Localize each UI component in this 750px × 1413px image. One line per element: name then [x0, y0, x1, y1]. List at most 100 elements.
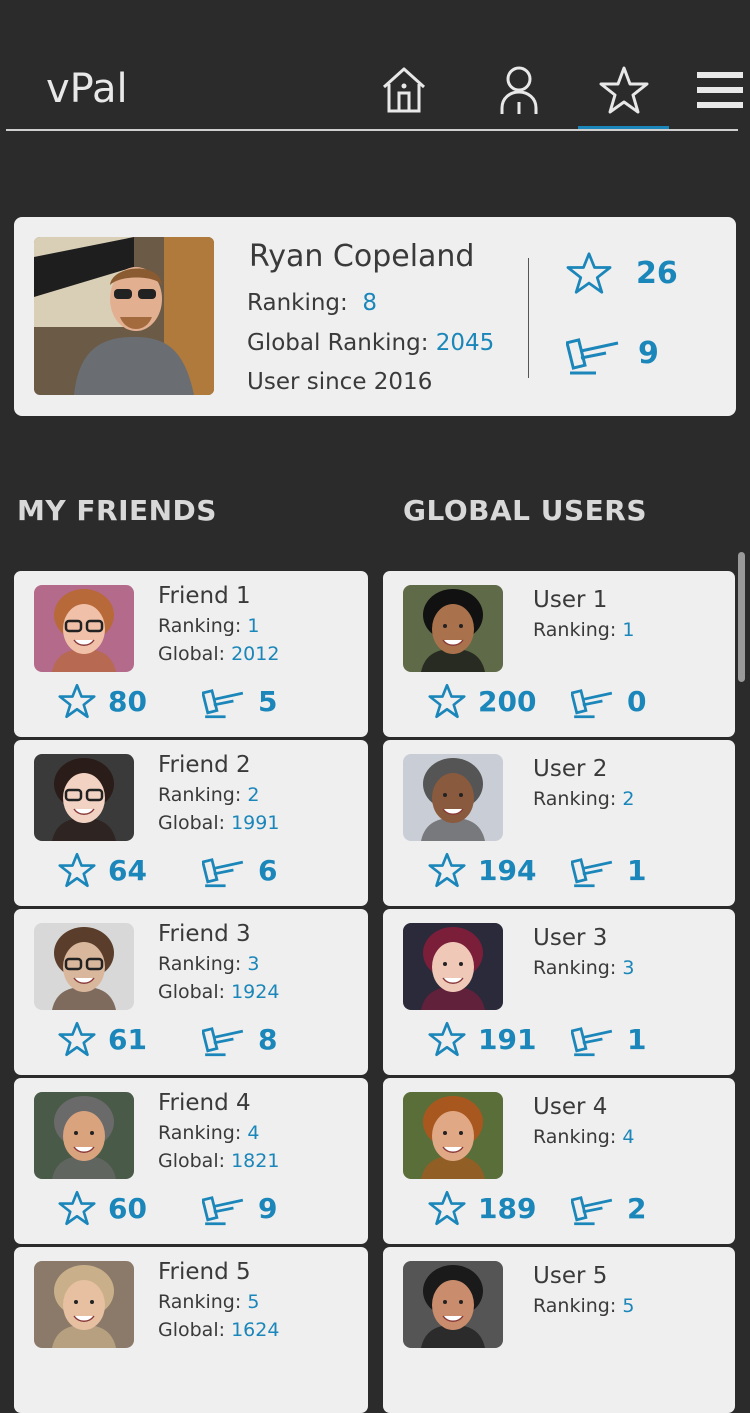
header-divider — [6, 129, 738, 131]
menu-button[interactable] — [694, 60, 746, 120]
user-avatar — [403, 585, 503, 672]
friend-name: Friend 1 — [158, 583, 251, 609]
ranking-label: Ranking: — [533, 1126, 617, 1148]
user-avatar — [403, 1092, 503, 1179]
star-icon — [428, 683, 466, 719]
my-friends-heading: MY FRIENDS — [17, 494, 217, 527]
profile-name: Ryan Copeland — [249, 239, 475, 274]
ranking-label: Ranking: — [533, 788, 617, 810]
global-user-card[interactable]: User 5 Ranking: 5 — [383, 1247, 735, 1413]
gavel-icon — [202, 1027, 244, 1057]
gavel-count: 6 — [202, 852, 277, 888]
user-avatar — [403, 1261, 503, 1348]
star-icon — [599, 66, 649, 114]
user-ranking: Ranking: 5 — [533, 1295, 634, 1317]
ranking-value: 5 — [247, 1291, 260, 1313]
gavel-icon — [571, 689, 613, 719]
ranking-label: Ranking: — [533, 619, 617, 641]
friend-card[interactable]: Friend 1 Ranking: 1 Global: 2012 80 5 — [14, 571, 368, 737]
profile-nav-button[interactable] — [489, 60, 549, 120]
gavel-count-value: 1 — [627, 853, 647, 887]
gavel-count-value: 2 — [627, 1191, 647, 1225]
star-icon — [428, 852, 466, 888]
ranking-label: Ranking: — [158, 615, 242, 637]
gavel-count-value: 0 — [627, 684, 647, 718]
star-icon — [58, 1021, 96, 1057]
home-nav-button[interactable] — [374, 60, 434, 120]
gavel-count: 9 — [202, 1190, 277, 1226]
gavel-count: 0 — [571, 683, 646, 719]
star-icon — [58, 683, 96, 719]
ranking-label: Ranking: — [158, 1122, 242, 1144]
gavel-icon — [202, 1196, 244, 1226]
user-ranking: Ranking: 2 — [533, 788, 634, 810]
profile-ranking: Ranking: 8 — [247, 290, 377, 316]
ranking-value: 4 — [622, 1126, 635, 1148]
friend-card[interactable]: Friend 2 Ranking: 2 Global: 1991 64 6 — [14, 740, 368, 906]
friend-ranking: Ranking: 4 — [158, 1122, 259, 1144]
global-user-card[interactable]: User 1 Ranking: 1 200 0 — [383, 571, 735, 737]
profile-avatar — [34, 237, 214, 395]
gavel-count: 2 — [571, 1190, 646, 1226]
global-label: Global: — [158, 981, 226, 1003]
app-title: vPal — [46, 66, 128, 112]
star-count-value: 191 — [478, 1022, 537, 1056]
scrollbar[interactable] — [738, 552, 745, 682]
friend-name: Friend 2 — [158, 752, 251, 778]
star-icon — [566, 252, 612, 294]
friend-avatar — [34, 585, 134, 672]
friend-card[interactable]: Friend 3 Ranking: 3 Global: 1924 61 8 — [14, 909, 368, 1075]
global-label: Global: — [158, 643, 226, 665]
profile-divider — [528, 258, 529, 378]
ranking-label: Ranking: — [158, 953, 242, 975]
favorites-nav-button[interactable] — [594, 60, 654, 120]
gavel-count-value: 8 — [258, 1022, 278, 1056]
friend-global-ranking: Global: 1991 — [158, 812, 279, 834]
friend-avatar — [34, 1261, 134, 1348]
global-user-card[interactable]: User 3 Ranking: 3 191 1 — [383, 909, 735, 1075]
gavel-count: 1 — [571, 1021, 646, 1057]
ranking-label: Ranking: — [158, 784, 242, 806]
profile-card[interactable]: Ryan Copeland Ranking: 8 Global Ranking:… — [14, 217, 736, 416]
friend-ranking: Ranking: 3 — [158, 953, 259, 975]
friend-ranking: Ranking: 2 — [158, 784, 259, 806]
friend-name: Friend 3 — [158, 921, 251, 947]
profile-gavels: 9 — [566, 331, 659, 375]
ranking-value: 3 — [247, 953, 260, 975]
global-user-card[interactable]: User 4 Ranking: 4 189 2 — [383, 1078, 735, 1244]
star-count-value: 200 — [478, 684, 537, 718]
star-icon — [58, 852, 96, 888]
friend-avatar — [34, 1092, 134, 1179]
global-users-heading: GLOBAL USERS — [403, 494, 647, 527]
menu-icon — [697, 72, 743, 108]
ranking-value: 1 — [622, 619, 635, 641]
user-name: User 2 — [533, 756, 608, 782]
friend-avatar — [34, 754, 134, 841]
global-user-card[interactable]: User 2 Ranking: 2 194 1 — [383, 740, 735, 906]
profile-ranking-label: Ranking: — [247, 290, 348, 316]
gavel-count: 5 — [202, 683, 277, 719]
friend-ranking: Ranking: 1 — [158, 615, 259, 637]
user-avatar — [403, 923, 503, 1010]
user-name: User 1 — [533, 587, 608, 613]
friend-card[interactable]: Friend 4 Ranking: 4 Global: 1821 60 9 — [14, 1078, 368, 1244]
star-count: 189 — [428, 1190, 536, 1226]
user-name: User 3 — [533, 925, 608, 951]
profile-stars-count: 26 — [636, 255, 678, 291]
star-count: 194 — [428, 852, 536, 888]
profile-global-value: 2045 — [435, 330, 495, 356]
friend-card[interactable]: Friend 5 Ranking: 5 Global: 1624 — [14, 1247, 368, 1413]
friend-global-ranking: Global: 1821 — [158, 1150, 279, 1172]
ranking-value: 2 — [622, 788, 635, 810]
gavel-icon — [202, 858, 244, 888]
global-label: Global: — [158, 1150, 226, 1172]
profile-global-label: Global Ranking: — [247, 330, 429, 356]
profile-global-ranking: Global Ranking: 2045 — [247, 330, 494, 356]
friend-global-ranking: Global: 1924 — [158, 981, 279, 1003]
ranking-label: Ranking: — [533, 957, 617, 979]
star-count-value: 80 — [108, 684, 147, 718]
user-name: User 5 — [533, 1263, 608, 1289]
profile-gavels-count: 9 — [638, 335, 659, 371]
star-icon — [428, 1021, 466, 1057]
star-count-value: 194 — [478, 853, 537, 887]
